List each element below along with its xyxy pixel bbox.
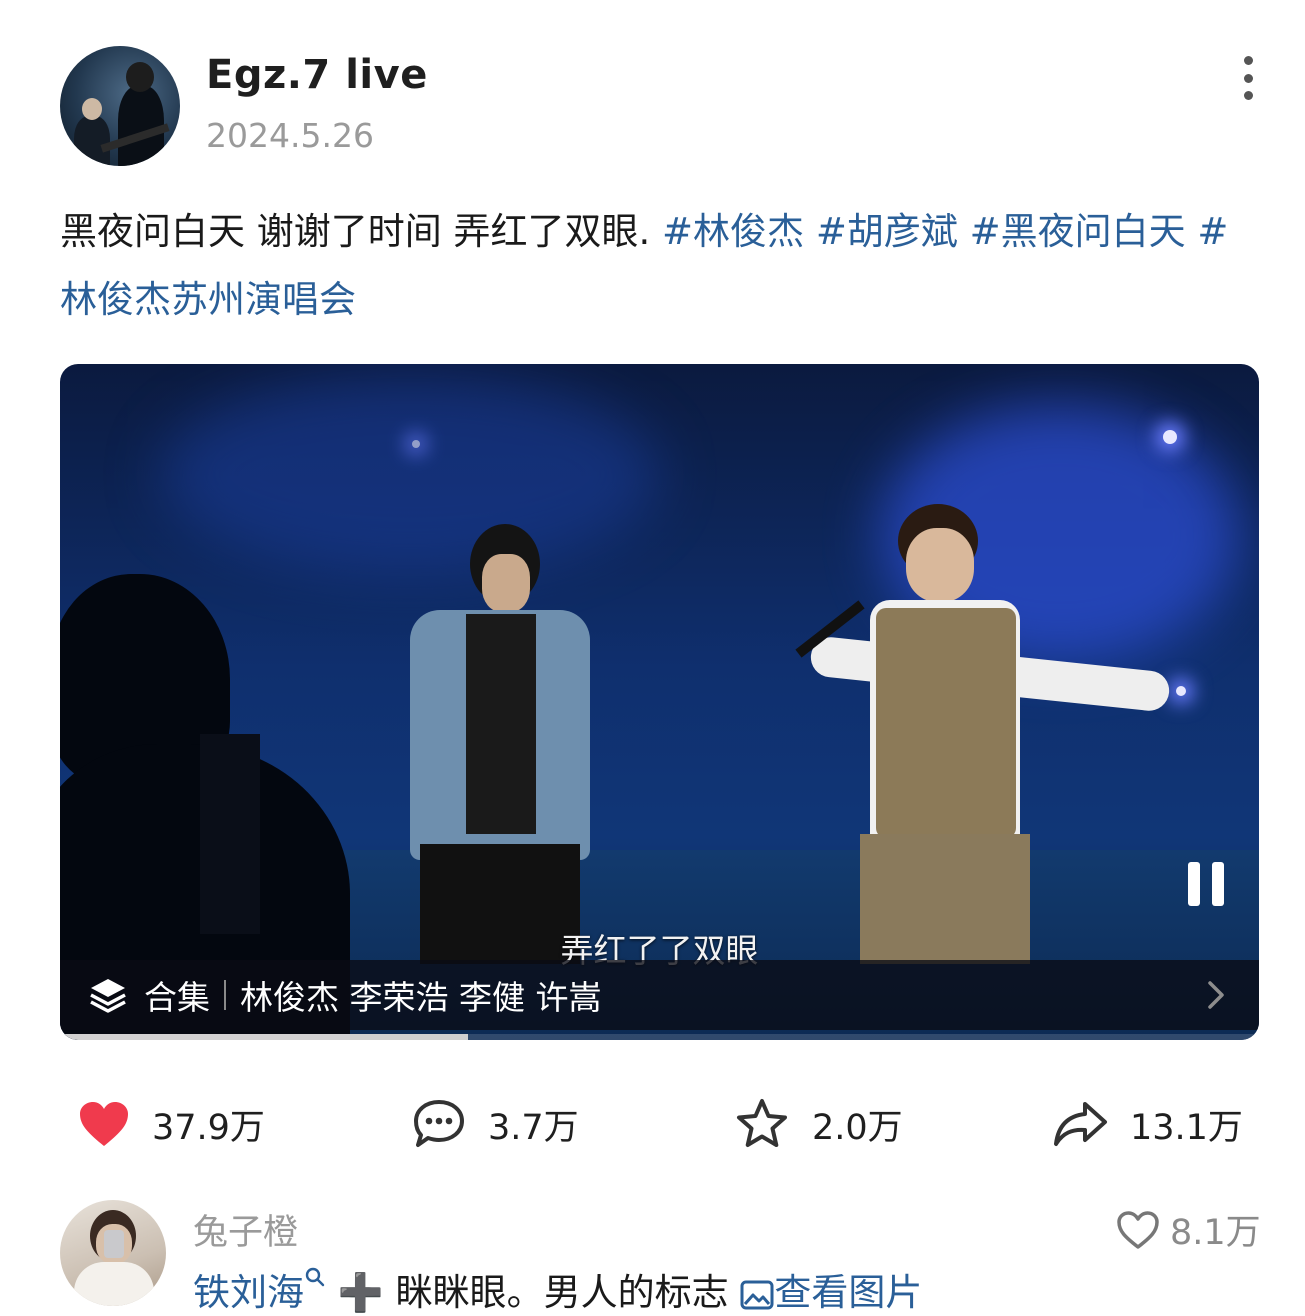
more-dot xyxy=(1243,73,1253,83)
singer-right xyxy=(795,504,1172,964)
comment-bubble-icon xyxy=(414,1100,464,1147)
like-count: 37.9万 xyxy=(152,1107,265,1148)
comment-like-button[interactable]: 8.1万 xyxy=(1116,1204,1261,1255)
commenter-avatar[interactable] xyxy=(60,1200,166,1306)
singer-left xyxy=(400,524,600,964)
favorite-button[interactable]: 2.0万 xyxy=(734,1094,903,1154)
pause-icon[interactable] xyxy=(1184,862,1228,906)
camera-silhouette xyxy=(200,734,260,934)
hashtag-link[interactable]: #胡彦斌 xyxy=(816,210,958,253)
more-options-icon[interactable] xyxy=(1228,56,1268,100)
more-dot xyxy=(1243,56,1253,65)
collection-title: 林俊杰 李荣浩 李健 许嵩 xyxy=(240,978,602,1017)
heart-filled-icon xyxy=(80,1102,128,1146)
like-button[interactable]: 37.9万 xyxy=(78,1094,265,1154)
author-avatar[interactable] xyxy=(60,46,180,166)
author-name[interactable]: Egz.7 live xyxy=(206,52,428,98)
collection-label: 合集 xyxy=(144,978,210,1017)
share-count: 13.1万 xyxy=(1130,1107,1243,1148)
collection-bar[interactable]: 合集 林俊杰 李荣浩 李健 许嵩 xyxy=(60,960,1259,1030)
heart-outline-icon xyxy=(1117,1210,1159,1249)
comment-text: 铁刘海 ➕ 眯眯眼。男人的标志 查看图片 xyxy=(193,1262,922,1316)
post-date: 2024.5.26 xyxy=(206,116,374,155)
comment-body: 眯眯眼。男人的标志 xyxy=(383,1271,729,1314)
view-image-link[interactable]: 查看图片 xyxy=(774,1271,922,1314)
stage-light xyxy=(1163,430,1177,444)
share-arrow-icon xyxy=(1054,1102,1107,1146)
image-icon[interactable] xyxy=(740,1280,774,1310)
search-icon[interactable] xyxy=(304,1266,326,1288)
star-outline-icon xyxy=(737,1099,787,1147)
comment-button[interactable]: 3.7万 xyxy=(412,1094,579,1154)
plus-emoji: ➕ xyxy=(337,1271,384,1314)
favorite-count: 2.0万 xyxy=(812,1107,903,1148)
hashtag-link[interactable]: #林俊杰 xyxy=(662,210,804,253)
chevron-right-icon xyxy=(1201,975,1231,1015)
stage-light xyxy=(412,440,420,448)
pause-bar xyxy=(1212,862,1224,906)
comment-like-count: 8.1万 xyxy=(1170,1213,1261,1253)
share-button[interactable]: 13.1万 xyxy=(1052,1094,1243,1154)
mention-link[interactable]: 铁刘海 xyxy=(193,1271,304,1314)
layers-icon xyxy=(88,975,128,1015)
divider xyxy=(224,980,226,1010)
video-player[interactable]: 弄红了了双眼 合集 林俊杰 李荣浩 李健 许嵩 xyxy=(60,364,1259,1040)
video-progress-fill xyxy=(60,1034,468,1040)
caption-text: 黑夜问白天 谢谢了时间 弄红了双眼. xyxy=(60,210,663,253)
pause-bar xyxy=(1188,862,1200,906)
more-dot xyxy=(1243,91,1253,100)
post-caption: 黑夜问白天 谢谢了时间 弄红了双眼. #林俊杰 #胡彦斌 #黑夜问白天 #林俊杰… xyxy=(60,198,1250,334)
comment-count: 3.7万 xyxy=(488,1107,579,1148)
hashtag-link[interactable]: #黑夜问白天 xyxy=(970,210,1186,253)
commenter-name[interactable]: 兔子橙 xyxy=(193,1204,298,1255)
stage-light xyxy=(1176,686,1186,696)
